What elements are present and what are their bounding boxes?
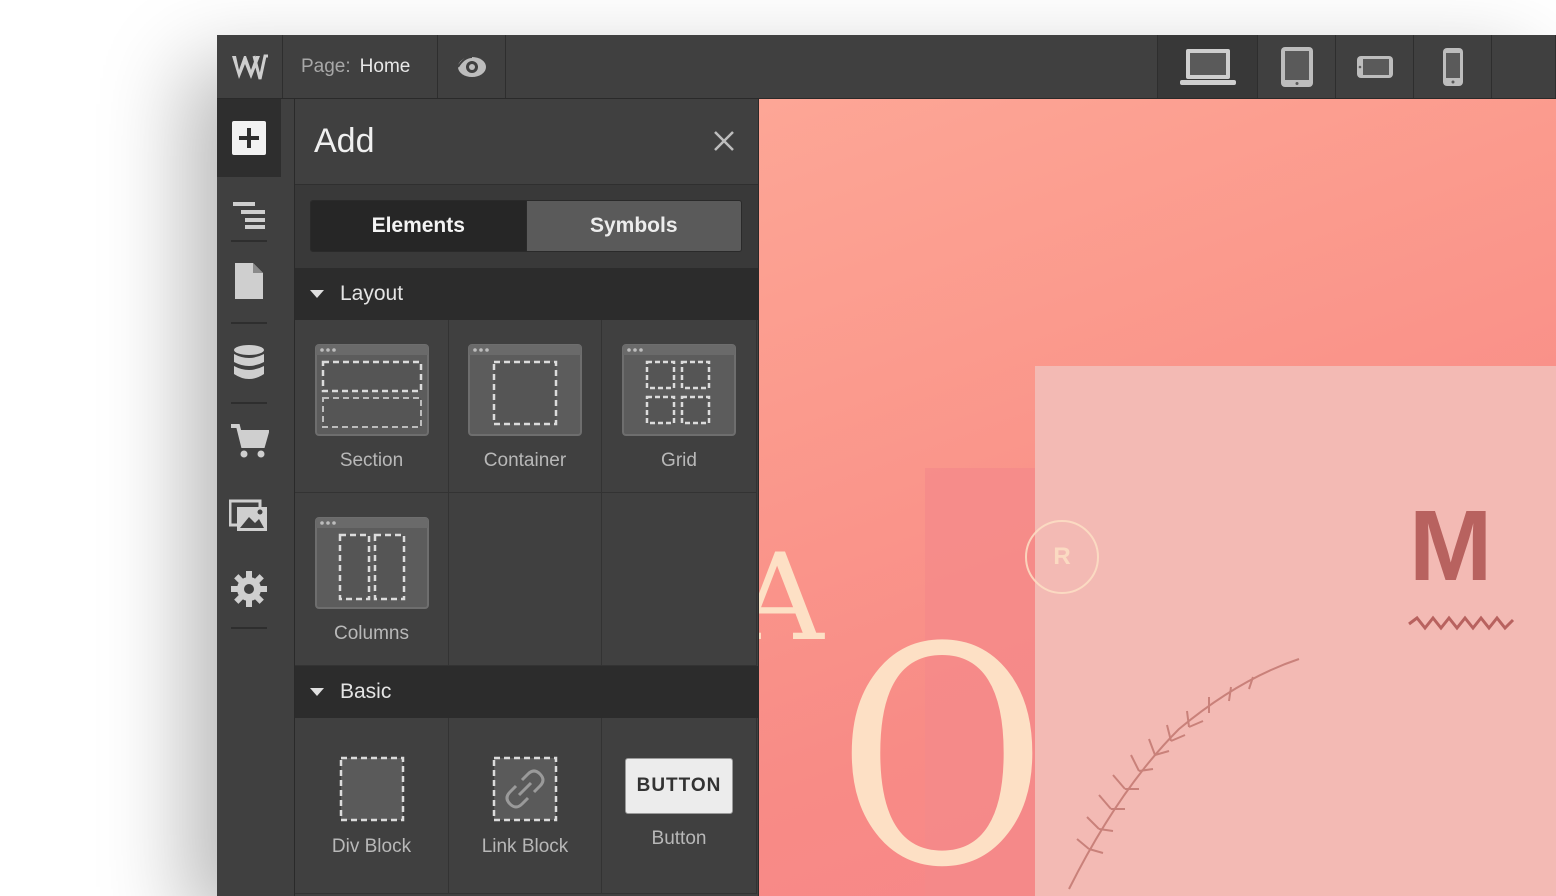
page-label: Page:	[301, 55, 351, 77]
device-mobile-portrait-button[interactable]	[1414, 35, 1492, 98]
topbar-spacer	[1492, 35, 1556, 98]
element-section[interactable]: Section	[295, 320, 449, 493]
page-name: Home	[359, 55, 411, 77]
left-toolbar	[217, 99, 295, 896]
phone-portrait-icon	[1442, 47, 1463, 86]
images-icon	[229, 499, 267, 531]
ecommerce-button[interactable]	[217, 403, 281, 479]
element-button-label: Button	[651, 828, 707, 849]
tab-symbols[interactable]: Symbols	[525, 201, 741, 251]
device-desktop-button[interactable]	[1158, 35, 1258, 98]
panel-tabs: Elements Symbols	[310, 200, 742, 252]
div-block-icon	[339, 756, 404, 822]
tablet-icon	[1280, 46, 1313, 87]
close-icon[interactable]	[712, 129, 736, 153]
add-panel: Add Elements Symbols Layout Section Cont…	[295, 99, 759, 896]
canvas-letter-a: A	[759, 529, 824, 668]
basic-elements-grid: Div Block Link Block BUTTON Button	[295, 718, 758, 894]
canvas-letter-m: M	[1409, 490, 1493, 602]
eye-icon	[456, 55, 486, 77]
empty-cell	[449, 493, 602, 666]
settings-button[interactable]	[217, 551, 281, 627]
element-div-block-label: Div Block	[331, 836, 412, 857]
webflow-logo[interactable]	[217, 35, 283, 98]
database-icon	[234, 345, 264, 379]
panel-header: Add	[295, 99, 758, 185]
section-icon	[314, 344, 429, 436]
element-columns[interactable]: Columns	[295, 493, 449, 666]
add-panel-button[interactable]	[217, 99, 281, 177]
element-link-block-label: Link Block	[481, 836, 569, 857]
toolbar-divider	[231, 322, 267, 324]
element-div-block[interactable]: Div Block	[295, 718, 449, 894]
element-section-label: Section	[339, 450, 404, 471]
tabs-row: Elements Symbols	[295, 185, 758, 268]
section-layout-header[interactable]: Layout	[295, 268, 758, 320]
cms-button[interactable]	[217, 325, 281, 401]
laptop-icon	[1179, 48, 1236, 85]
canvas-badge: R	[1025, 520, 1099, 594]
toolbar-divider	[231, 627, 267, 629]
empty-cell	[602, 493, 757, 666]
designer-window: Page: Home Add Elements Symbols Layout S…	[217, 35, 1556, 896]
caret-down-icon	[310, 290, 324, 298]
container-icon	[468, 344, 582, 436]
preview-button[interactable]	[438, 35, 506, 98]
element-link-block[interactable]: Link Block	[449, 718, 602, 894]
pages-button[interactable]	[217, 243, 281, 319]
canvas-badge-text: R	[1053, 543, 1071, 570]
element-button[interactable]: BUTTON Button	[602, 718, 757, 894]
section-basic-header[interactable]: Basic	[295, 666, 758, 718]
element-container-label: Container	[483, 450, 567, 471]
cart-icon	[231, 424, 269, 458]
caret-down-icon	[310, 688, 324, 696]
element-grid-label: Grid	[661, 450, 697, 471]
tab-elements[interactable]: Elements	[311, 201, 526, 251]
device-mobile-landscape-button[interactable]	[1336, 35, 1414, 98]
gear-icon	[231, 571, 267, 607]
button-preview-text: BUTTON	[636, 775, 722, 796]
toolbar-divider	[231, 240, 267, 242]
assets-button[interactable]	[217, 477, 281, 553]
panel-title: Add	[314, 122, 375, 160]
element-grid[interactable]: Grid	[602, 320, 757, 493]
phone-landscape-icon	[1356, 55, 1393, 78]
navigator-icon	[233, 202, 265, 229]
webflow-logo-icon	[231, 54, 268, 79]
layout-elements-grid: Section Container Grid Columns	[295, 320, 758, 666]
link-block-icon	[492, 756, 558, 822]
plus-icon	[232, 121, 266, 155]
columns-icon	[314, 517, 429, 609]
element-columns-label: Columns	[334, 623, 409, 644]
section-basic-title: Basic	[340, 680, 392, 703]
button-preview: BUTTON	[625, 758, 733, 814]
dried-flower-decoration	[1068, 658, 1300, 890]
grid-icon	[622, 344, 736, 436]
zigzag-decoration	[1408, 615, 1515, 631]
section-layout-title: Layout	[340, 282, 404, 305]
top-bar: Page: Home	[217, 35, 1556, 99]
device-tablet-button[interactable]	[1258, 35, 1336, 98]
design-canvas[interactable]: A O R M	[759, 99, 1556, 896]
device-switcher	[1157, 35, 1556, 98]
canvas-letter-o: O	[837, 584, 1047, 896]
element-container[interactable]: Container	[449, 320, 602, 493]
page-icon	[235, 263, 263, 299]
page-selector[interactable]: Page: Home	[283, 35, 438, 98]
